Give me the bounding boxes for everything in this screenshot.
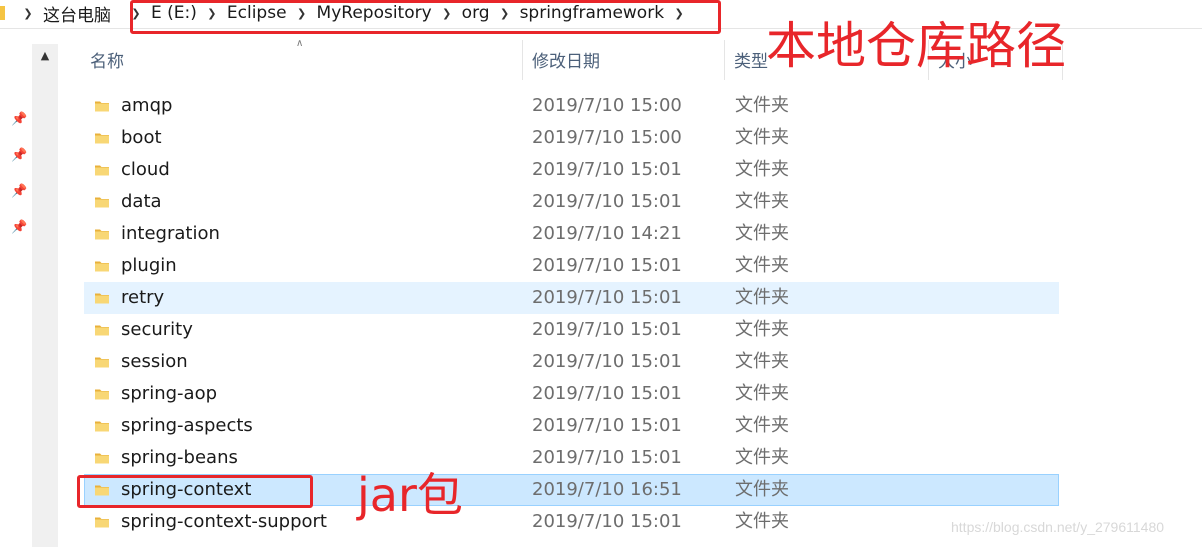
file-name: security xyxy=(121,319,193,340)
file-modified-date: 2019/7/10 15:01 xyxy=(532,159,682,180)
file-modified-date: 2019/7/10 16:51 xyxy=(532,479,682,500)
file-name: data xyxy=(121,191,162,212)
file-row[interactable]: security 2019/7/10 15:01 文件夹 xyxy=(84,314,1059,346)
folder-icon xyxy=(94,514,110,530)
file-type: 文件夹 xyxy=(735,223,789,244)
file-row[interactable]: spring-context-support 2019/7/10 15:01 文件夹 xyxy=(84,506,1059,538)
file-name: spring-context-support xyxy=(121,511,327,532)
pin-icon[interactable]: 📌 xyxy=(11,112,27,128)
watermark: https://blog.csdn.net/y_279611480 xyxy=(951,519,1165,535)
file-row[interactable]: integration 2019/7/10 14:21 文件夹 xyxy=(84,218,1059,250)
navigation-pane: 📌 📌 📌 📌 xyxy=(0,44,32,547)
file-row[interactable]: spring-aspects 2019/7/10 15:01 文件夹 xyxy=(84,410,1059,442)
folder-icon xyxy=(94,386,110,402)
folder-icon xyxy=(94,194,110,210)
folder-icon xyxy=(94,418,110,434)
file-modified-date: 2019/7/10 15:01 xyxy=(532,191,682,212)
file-name: session xyxy=(121,351,188,372)
file-row[interactable]: plugin 2019/7/10 15:01 文件夹 xyxy=(84,250,1059,282)
file-name: spring-aop xyxy=(121,383,218,404)
file-modified-date: 2019/7/10 15:01 xyxy=(532,383,682,404)
folder-icon xyxy=(94,290,110,306)
column-name[interactable]: 名称 xyxy=(80,40,522,84)
folder-icon xyxy=(94,162,110,178)
folder-icon xyxy=(94,354,110,370)
file-row[interactable]: boot 2019/7/10 15:00 文件夹 xyxy=(84,122,1059,154)
file-name: spring-aspects xyxy=(121,415,253,436)
file-type: 文件夹 xyxy=(735,479,789,500)
file-type: 文件夹 xyxy=(735,95,789,116)
file-name: cloud xyxy=(121,159,170,180)
chevron-right-icon[interactable]: ❯ xyxy=(21,7,35,20)
file-name: boot xyxy=(121,127,162,148)
annotation-path-box xyxy=(130,0,721,34)
file-type: 文件夹 xyxy=(735,415,789,436)
file-name: spring-beans xyxy=(121,447,238,468)
pin-icon[interactable]: 📌 xyxy=(11,184,27,200)
folder-icon xyxy=(94,226,110,242)
file-type: 文件夹 xyxy=(735,447,789,468)
scroll-up-icon[interactable]: ▲ xyxy=(32,44,58,68)
file-name: retry xyxy=(121,287,165,308)
file-modified-date: 2019/7/10 15:01 xyxy=(532,447,682,468)
file-type: 文件夹 xyxy=(735,255,789,276)
file-modified-date: 2019/7/10 15:01 xyxy=(532,255,682,276)
folder-icon xyxy=(94,258,110,274)
file-name: plugin xyxy=(121,255,177,276)
file-modified-date: 2019/7/10 15:01 xyxy=(532,351,682,372)
file-modified-date: 2019/7/10 15:01 xyxy=(532,415,682,436)
file-row[interactable]: retry 2019/7/10 15:01 文件夹 xyxy=(84,282,1059,314)
file-type: 文件夹 xyxy=(735,383,789,404)
file-row[interactable]: spring-aop 2019/7/10 15:01 文件夹 xyxy=(84,378,1059,410)
folder-icon xyxy=(94,450,110,466)
annotation-jar-label: jar包 xyxy=(357,468,463,522)
file-type: 文件夹 xyxy=(735,511,789,532)
file-modified-date: 2019/7/10 15:00 xyxy=(532,127,682,148)
annotation-path-label: 本地仓库路径 xyxy=(766,17,1066,75)
breadcrumb-item-this-pc[interactable]: 这台电脑 xyxy=(39,1,115,26)
navigation-scrollbar[interactable]: ▲ xyxy=(32,44,58,547)
file-row[interactable] xyxy=(84,538,1059,546)
file-modified-date: 2019/7/10 15:01 xyxy=(532,287,682,308)
file-row[interactable]: data 2019/7/10 15:01 文件夹 xyxy=(84,186,1059,218)
file-row[interactable]: cloud 2019/7/10 15:01 文件夹 xyxy=(84,154,1059,186)
file-row[interactable]: spring-beans 2019/7/10 15:01 文件夹 xyxy=(84,442,1059,474)
folder-icon xyxy=(94,130,110,146)
file-row[interactable]: session 2019/7/10 15:01 文件夹 xyxy=(84,346,1059,378)
column-date[interactable]: 修改日期 xyxy=(522,40,724,84)
folder-icon xyxy=(94,98,110,114)
file-name: amqp xyxy=(121,95,173,116)
file-type: 文件夹 xyxy=(735,127,789,148)
file-modified-date: 2019/7/10 15:01 xyxy=(532,511,682,532)
file-modified-date: 2019/7/10 15:00 xyxy=(532,95,682,116)
file-type: 文件夹 xyxy=(735,319,789,340)
file-type: 文件夹 xyxy=(735,191,789,212)
annotation-jar-box xyxy=(77,475,313,508)
file-modified-date: 2019/7/10 14:21 xyxy=(532,223,682,244)
file-type: 文件夹 xyxy=(735,159,789,180)
pin-icon[interactable]: 📌 xyxy=(11,148,27,164)
folder-icon xyxy=(0,6,5,20)
pin-icon[interactable]: 📌 xyxy=(11,220,27,236)
file-name: integration xyxy=(121,223,220,244)
file-row[interactable]: amqp 2019/7/10 15:00 文件夹 xyxy=(84,90,1059,122)
file-modified-date: 2019/7/10 15:01 xyxy=(532,319,682,340)
folder-icon xyxy=(94,322,110,338)
file-type: 文件夹 xyxy=(735,351,789,372)
file-type: 文件夹 xyxy=(735,287,789,308)
